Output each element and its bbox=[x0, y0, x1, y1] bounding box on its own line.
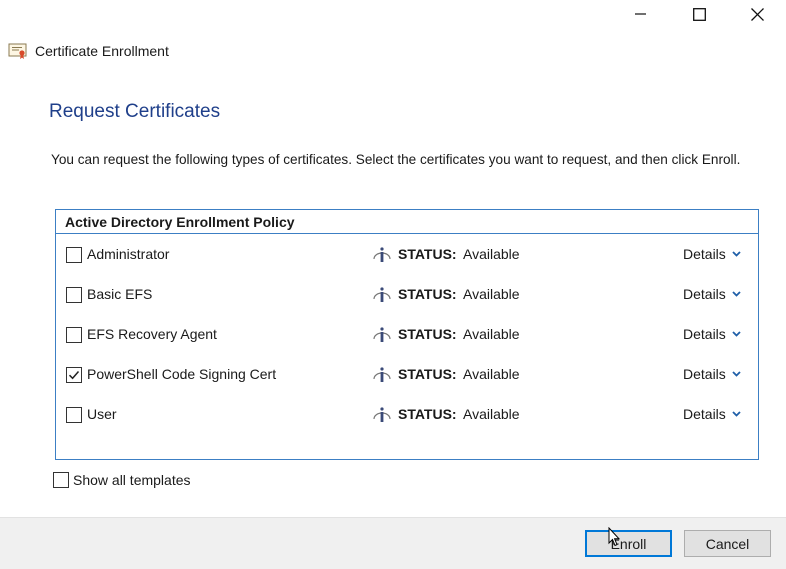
certificate-label: Basic EFS bbox=[87, 286, 153, 302]
chevron-down-icon bbox=[732, 411, 741, 417]
info-icon bbox=[373, 247, 391, 262]
info-icon bbox=[373, 367, 391, 382]
checkmark-icon bbox=[68, 371, 80, 380]
status-label: STATUS: bbox=[398, 366, 457, 382]
checkbox-user[interactable] bbox=[66, 407, 82, 423]
page-title: Request Certificates bbox=[49, 101, 221, 122]
policy-header: Active Directory Enrollment Policy bbox=[56, 210, 758, 234]
info-icon bbox=[373, 407, 391, 422]
status-value: Available bbox=[463, 286, 520, 302]
status-label: STATUS: bbox=[398, 246, 457, 262]
show-all-templates-label: Show all templates bbox=[73, 472, 191, 488]
chevron-down-icon bbox=[732, 371, 741, 377]
status-label: STATUS: bbox=[398, 406, 457, 422]
checkbox-efs-recovery-agent[interactable] bbox=[66, 327, 82, 343]
status-value: Available bbox=[463, 246, 520, 262]
certificate-row-powershell-code-signing-cert: PowerShell Code Signing Cert STATUS: Ava… bbox=[56, 363, 758, 387]
info-icon bbox=[373, 287, 391, 302]
certificate-label: EFS Recovery Agent bbox=[87, 326, 217, 342]
chevron-down-icon bbox=[732, 331, 741, 337]
app-header: Certificate Enrollment bbox=[8, 40, 169, 62]
app-title: Certificate Enrollment bbox=[35, 43, 169, 59]
checkbox-basic-efs[interactable] bbox=[66, 287, 82, 303]
details-toggle[interactable]: Details bbox=[683, 406, 741, 422]
certificate-icon bbox=[8, 43, 27, 59]
details-label: Details bbox=[683, 406, 726, 422]
show-all-templates-option[interactable]: Show all templates bbox=[53, 471, 191, 489]
checkbox-powershell-code-signing-cert[interactable] bbox=[66, 367, 82, 383]
close-icon bbox=[750, 7, 764, 21]
status-label: STATUS: bbox=[398, 286, 457, 302]
details-toggle[interactable]: Details bbox=[683, 326, 741, 342]
details-label: Details bbox=[683, 326, 726, 342]
minimize-button[interactable] bbox=[619, 0, 663, 28]
certificate-row-basic-efs: Basic EFS STATUS: Available Details bbox=[56, 283, 758, 307]
show-all-templates-checkbox[interactable] bbox=[53, 472, 69, 488]
dialog-footer: Enroll Cancel bbox=[0, 517, 786, 569]
details-toggle[interactable]: Details bbox=[683, 366, 741, 382]
maximize-icon bbox=[692, 7, 706, 21]
enroll-button[interactable]: Enroll bbox=[585, 530, 672, 557]
status-value: Available bbox=[463, 406, 520, 422]
certificate-row-user: User STATUS: Available Details bbox=[56, 403, 758, 427]
chevron-down-icon bbox=[732, 291, 741, 297]
certificate-row-efs-recovery-agent: EFS Recovery Agent STATUS: Available Det… bbox=[56, 323, 758, 347]
chevron-down-icon bbox=[732, 251, 741, 257]
status-value: Available bbox=[463, 366, 520, 382]
details-toggle[interactable]: Details bbox=[683, 286, 741, 302]
certificate-label: PowerShell Code Signing Cert bbox=[87, 366, 277, 382]
instructions-text: You can request the following types of c… bbox=[51, 152, 741, 167]
enrollment-policy-panel: Active Directory Enrollment Policy Admin… bbox=[55, 209, 759, 460]
certificate-row-administrator: Administrator STATUS: Available Details bbox=[56, 243, 758, 267]
status-value: Available bbox=[463, 326, 520, 342]
minimize-icon bbox=[635, 13, 646, 15]
details-label: Details bbox=[683, 286, 726, 302]
title-bar bbox=[0, 0, 786, 28]
status-label: STATUS: bbox=[398, 326, 457, 342]
checkbox-administrator[interactable] bbox=[66, 247, 82, 263]
info-icon bbox=[373, 327, 391, 342]
details-label: Details bbox=[683, 366, 726, 382]
maximize-button[interactable] bbox=[677, 0, 721, 28]
cancel-button[interactable]: Cancel bbox=[684, 530, 771, 557]
certificate-label: Administrator bbox=[87, 246, 170, 262]
details-label: Details bbox=[683, 246, 726, 262]
certificate-label: User bbox=[87, 406, 117, 422]
details-toggle[interactable]: Details bbox=[683, 246, 741, 262]
close-button[interactable] bbox=[735, 0, 779, 28]
